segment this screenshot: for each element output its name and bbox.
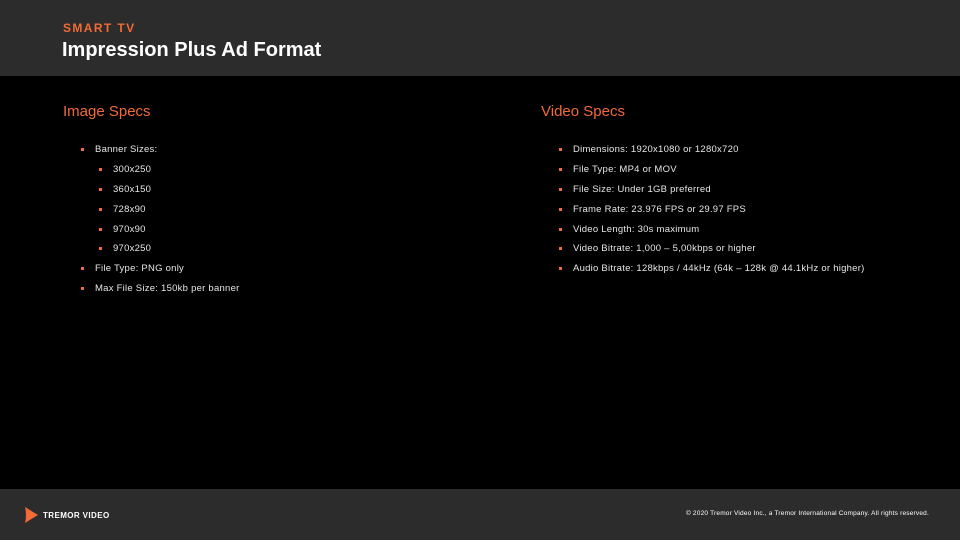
file-type: File Type: PNG only [95, 263, 185, 274]
bullet-icon [81, 267, 84, 270]
video-spec: Video Bitrate: 1,000 – 5,00kbps or highe… [573, 243, 756, 254]
list-item: Video Bitrate: 1,000 – 5,00kbps or highe… [559, 243, 756, 255]
slide-eyebrow: SMART TV [63, 21, 136, 35]
bullet-icon [559, 208, 562, 211]
list-item: 728x90 [99, 204, 146, 216]
bullet-icon [99, 208, 102, 211]
banner-size: 360x150 [113, 184, 152, 195]
list-item: 970x90 [99, 224, 146, 236]
max-file-size: Max File Size: 150kb per banner [95, 283, 240, 294]
tremor-video-logo: TREMOR VIDEO [24, 506, 110, 524]
header-bar: SMART TV Impression Plus Ad Format [0, 0, 960, 76]
play-logo-icon [25, 507, 38, 523]
bullet-icon [81, 287, 84, 290]
list-item: 300x250 [99, 164, 152, 176]
list-item: Video Length: 30s maximum [559, 224, 700, 236]
video-spec: Frame Rate: 23.976 FPS or 29.97 FPS [573, 204, 746, 215]
bullet-icon [99, 247, 102, 250]
list-item: File Type: PNG only [81, 263, 185, 275]
slide: SMART TV Impression Plus Ad Format Image… [0, 0, 960, 540]
list-item: File Size: Under 1GB preferred [559, 184, 711, 196]
list-item: Frame Rate: 23.976 FPS or 29.97 FPS [559, 204, 746, 216]
bullet-icon [81, 148, 84, 151]
list-item: Max File Size: 150kb per banner [81, 283, 240, 295]
video-spec: File Type: MP4 or MOV [573, 164, 677, 175]
video-spec: Dimensions: 1920x1080 or 1280x720 [573, 144, 739, 155]
video-spec: File Size: Under 1GB preferred [573, 184, 711, 195]
copyright-text: © 2020 Tremor Video Inc., a Tremor Inter… [685, 510, 929, 517]
list-item: 360x150 [99, 184, 152, 196]
list-item: File Type: MP4 or MOV [559, 164, 677, 176]
list-item: Dimensions: 1920x1080 or 1280x720 [559, 144, 739, 156]
bullet-icon [559, 267, 562, 270]
banner-size: 970x250 [113, 243, 152, 254]
banner-size: 728x90 [113, 204, 146, 215]
banner-sizes-label: Banner Sizes: [95, 144, 158, 155]
footer-bar: TREMOR VIDEO © 2020 Tremor Video Inc., a… [0, 489, 960, 540]
banner-size: 300x250 [113, 164, 152, 175]
video-specs-heading: Video Specs [541, 103, 625, 120]
bullet-icon [559, 148, 562, 151]
bullet-icon [559, 247, 562, 250]
list-item: Audio Bitrate: 128kbps / 44kHz (64k – 12… [559, 263, 865, 275]
bullet-icon [99, 168, 102, 171]
bullet-icon [559, 168, 562, 171]
video-spec: Video Length: 30s maximum [573, 224, 700, 235]
video-spec: Audio Bitrate: 128kbps / 44kHz (64k – 12… [573, 263, 865, 274]
bullet-icon [99, 228, 102, 231]
bullet-icon [559, 228, 562, 231]
banner-size: 970x90 [113, 224, 146, 235]
bullet-icon [559, 188, 562, 191]
list-item: 970x250 [99, 243, 152, 255]
list-item: Banner Sizes: [81, 144, 158, 156]
bullet-icon [99, 188, 102, 191]
image-specs-heading: Image Specs [63, 103, 151, 120]
logo-text: TREMOR VIDEO [43, 510, 110, 520]
slide-title: Impression Plus Ad Format [62, 39, 322, 61]
